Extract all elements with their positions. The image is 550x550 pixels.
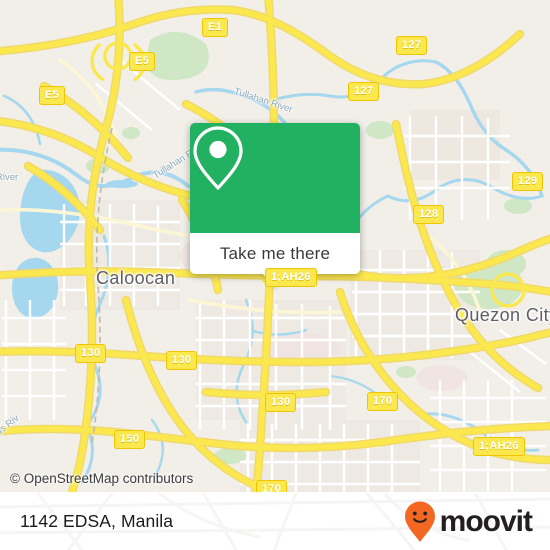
address-label: 1142 EDSA, Manila	[20, 511, 174, 531]
popup-header	[190, 123, 360, 233]
route-shield[interactable]: 150	[114, 430, 146, 449]
moovit-logo[interactable]: moovit	[403, 500, 533, 544]
map-pin-icon	[193, 126, 243, 190]
route-shield[interactable]: 1;AH26	[265, 268, 317, 287]
location-popup-card[interactable]: Take me there	[190, 123, 360, 287]
osm-attribution[interactable]: © OpenStreetMap contributors	[10, 471, 193, 486]
route-shield[interactable]: 170	[256, 480, 288, 492]
route-shield[interactable]: 1;AH26	[473, 437, 525, 456]
route-shield[interactable]: 127	[396, 36, 428, 55]
route-shield[interactable]: 170	[367, 392, 399, 411]
route-shield[interactable]: 130	[265, 393, 297, 412]
route-shield[interactable]: E5	[39, 86, 66, 105]
route-shield[interactable]: 128	[413, 205, 445, 224]
map-canvas[interactable]: Caloocan Quezon City Tullahan River Tull…	[0, 0, 550, 492]
moovit-wordmark: moovit	[439, 504, 533, 538]
route-shield[interactable]: E5	[129, 52, 156, 71]
route-shield[interactable]: 129	[512, 172, 544, 191]
map-screenshot: Caloocan Quezon City Tullahan River Tull…	[0, 0, 550, 550]
route-shield[interactable]: 127	[348, 82, 380, 101]
take-me-there-label: Take me there	[219, 243, 331, 263]
moovit-smiley-pin-icon	[404, 501, 435, 542]
route-shield[interactable]: 130	[166, 351, 198, 370]
footer-bar: 1142 EDSA, Manila moovit	[0, 492, 550, 550]
route-shield[interactable]: E1	[202, 18, 229, 37]
route-shield[interactable]: 130	[75, 344, 107, 363]
